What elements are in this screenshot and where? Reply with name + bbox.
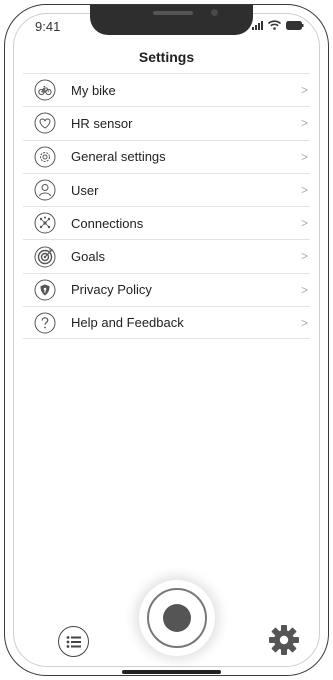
notch <box>90 5 253 35</box>
connections-icon <box>34 212 56 234</box>
target-icon <box>34 246 56 268</box>
settings-button[interactable] <box>267 623 301 657</box>
settings-item-label: General settings <box>71 149 166 165</box>
speaker-grille <box>153 11 193 15</box>
page-title: Settings <box>138 49 195 65</box>
settings-item-help-and-feedback[interactable]: Help and Feedback > <box>23 306 310 340</box>
home-indicator[interactable] <box>122 670 221 674</box>
settings-item-label: Goals <box>71 249 105 265</box>
user-icon <box>34 179 56 201</box>
status-time: 9:41 <box>35 19 61 34</box>
chevron-right-icon: > <box>300 316 308 331</box>
settings-item-my-bike[interactable]: My bike > <box>23 73 310 106</box>
settings-item-label: Connections <box>71 215 144 231</box>
shield-icon <box>34 279 56 301</box>
settings-item-privacy-policy[interactable]: Privacy Policy > <box>23 272 310 306</box>
settings-item-goals[interactable]: Goals > <box>23 239 310 272</box>
settings-item-label: Help and Feedback <box>71 315 184 331</box>
cog-icon <box>34 146 56 168</box>
record-ring <box>147 588 207 648</box>
chevron-right-icon: > <box>300 182 308 197</box>
settings-item-connections[interactable]: Connections > <box>23 206 310 239</box>
chevron-right-icon: > <box>300 116 308 131</box>
settings-item-label: User <box>71 182 99 198</box>
question-icon <box>34 312 56 334</box>
chevron-right-icon: > <box>300 282 308 297</box>
phone-frame: 9:41 Settings My bike > HR sensor > Gene… <box>4 4 329 676</box>
settings-item-label: My bike <box>71 82 116 98</box>
settings-item-hr-sensor[interactable]: HR sensor > <box>23 106 310 139</box>
chevron-right-icon: > <box>300 249 308 264</box>
battery-icon <box>286 20 304 30</box>
list-button[interactable] <box>58 626 89 657</box>
front-camera <box>211 9 218 16</box>
record-icon <box>163 604 191 632</box>
wifi-icon <box>268 20 281 30</box>
settings-item-general-settings[interactable]: General settings > <box>23 139 310 173</box>
settings-item-label: HR sensor <box>71 115 133 131</box>
settings-item-user[interactable]: User > <box>23 172 310 206</box>
settings-list: My bike > HR sensor > General settings >… <box>23 73 310 340</box>
bike-icon <box>34 79 56 101</box>
heart-icon <box>34 112 56 134</box>
chevron-right-icon: > <box>300 216 308 231</box>
chevron-right-icon: > <box>300 149 308 164</box>
status-icons <box>252 19 304 31</box>
gear-icon <box>269 625 299 655</box>
chevron-right-icon: > <box>300 83 308 97</box>
signal-icon <box>252 20 263 30</box>
list-icon <box>66 635 81 648</box>
record-button[interactable] <box>139 580 215 656</box>
settings-item-label: Privacy Policy <box>71 282 152 298</box>
